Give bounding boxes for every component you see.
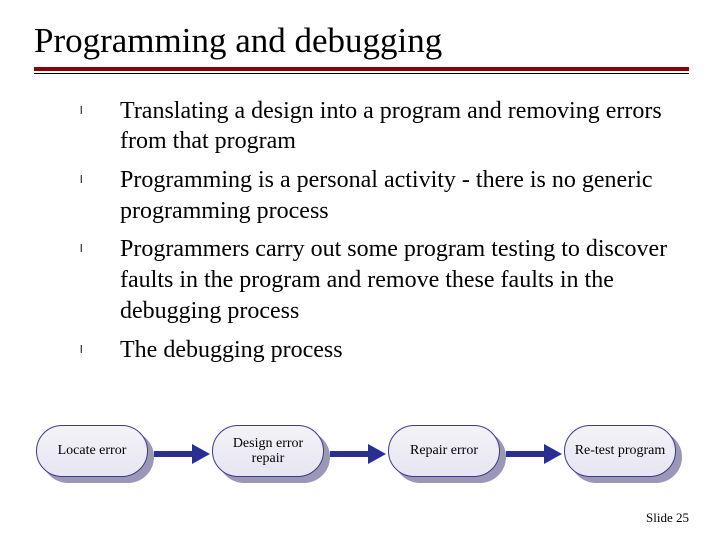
node-locate-error: Locate error (36, 425, 148, 477)
diagram-node: Repair error (388, 425, 504, 483)
node-design-error-repair: Design error repair (212, 425, 324, 477)
footer-number: 25 (676, 510, 689, 525)
bullet-text: Translating a design into a program and … (120, 98, 662, 155)
bullet-text: Programmers carry out some program testi… (120, 236, 667, 323)
bullet-item: Translating a design into a program and … (80, 96, 683, 157)
node-retest-program: Re-test program (564, 425, 676, 477)
arrow-right-icon (506, 444, 562, 464)
arrow-right-icon (154, 444, 210, 464)
bullet-text: Programming is a personal activity - the… (120, 167, 653, 224)
bullet-item: Programming is a personal activity - the… (80, 165, 683, 226)
node-label: Repair error (410, 443, 478, 458)
diagram-node: Design error repair (212, 425, 328, 483)
footer-label: Slide (646, 510, 673, 525)
node-label: Re-test program (575, 443, 666, 458)
arrow-right-icon (330, 444, 386, 464)
diagram-node: Locate error (36, 425, 152, 483)
node-repair-error: Repair error (388, 425, 500, 477)
bullet-list: Translating a design into a program and … (80, 96, 683, 366)
debugging-process-diagram: Locate error Design error repair Repair … (36, 418, 680, 490)
bullet-text: The debugging process (120, 337, 343, 363)
slide-body: Programming and debugging Translating a … (0, 0, 717, 538)
slide-footer: Slide 25 (646, 510, 689, 526)
diagram-node: Re-test program (564, 425, 680, 483)
title-rule-thin (34, 73, 689, 74)
title-rule-thick (34, 67, 689, 71)
node-label: Locate error (58, 443, 127, 458)
bullet-item: Programmers carry out some program testi… (80, 234, 683, 326)
bullet-item: The debugging process (80, 335, 683, 366)
node-label: Design error repair (221, 436, 315, 466)
slide-title: Programming and debugging (34, 22, 689, 61)
